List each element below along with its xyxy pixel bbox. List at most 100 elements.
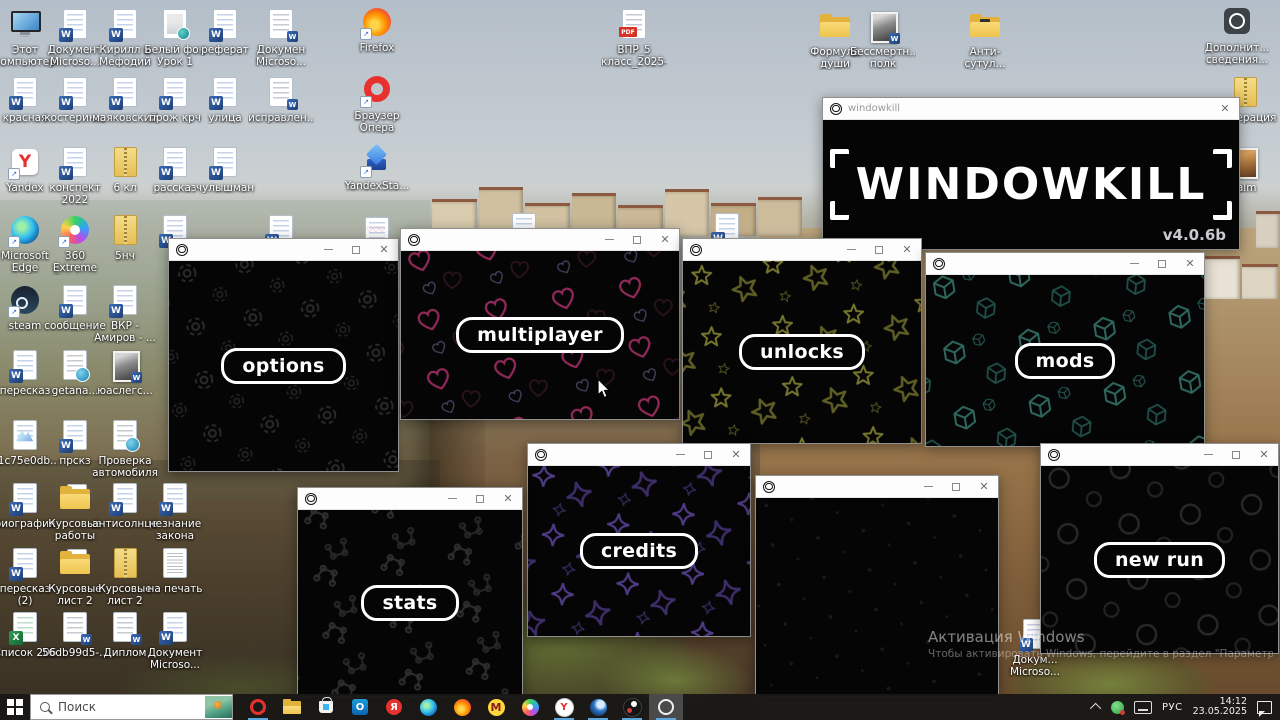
taskbar-app-explorer[interactable] [275,694,309,720]
desktop-icon[interactable]: Анти-сутул... [953,10,1017,70]
word-icon: W [107,8,143,42]
maximize-icon[interactable] [1222,444,1250,465]
close-icon[interactable]: ✕ [370,239,398,260]
options-button[interactable]: options [221,348,346,384]
desktop-icon[interactable]: Браузер Опера [345,74,409,134]
photobw-icon: W [107,349,143,383]
desktop-icon-label: исправлен... [248,112,314,124]
close-icon[interactable]: ✕ [970,476,998,497]
desktop-icon[interactable]: YandexSta... [345,143,409,192]
close-icon[interactable]: ✕ [1250,444,1278,465]
titlebar[interactable]: windowkill ✕ [823,98,1239,120]
close-icon[interactable]: ✕ [1176,253,1204,274]
desktop-icon[interactable]: W Докумен Microso... [249,8,313,68]
word-icon: W [57,76,93,110]
minimize-icon[interactable] [438,488,466,509]
maximize-icon[interactable] [942,476,970,497]
desktop-icon[interactable]: W Бессмертн... полк [850,10,916,70]
mods-button[interactable]: mods [1014,342,1116,379]
taskbar-app-windowkill[interactable] [649,694,683,720]
windowkill-app-icon [535,448,547,461]
opera-icon [250,699,266,715]
taskbar-app-browser360[interactable] [513,694,547,720]
window-options: ✕ options [168,238,399,472]
stats-button[interactable]: stats [361,585,459,621]
tray-language-indicator[interactable]: РУС [1162,702,1183,713]
docw-icon: W [263,76,299,110]
titlebar[interactable]: ✕ [528,444,750,466]
taskbar-app-obs[interactable] [615,694,649,720]
titlebar[interactable]: ✕ [401,229,679,251]
maximize-icon[interactable] [1148,253,1176,274]
minimize-icon[interactable] [595,229,623,250]
taskbar-app-outlook[interactable]: O [343,694,377,720]
desktop-icon[interactable]: Wюаслегс... [93,349,157,397]
desktop-icon[interactable]: PDFВПР_5 класс_2025-1 [601,8,667,69]
desktop-icon[interactable]: Wнезнание закона [143,482,207,542]
window-content: stats [298,510,522,696]
close-icon[interactable]: ✕ [651,229,679,250]
multiplayer-button[interactable]: multiplayer [456,317,624,353]
tray-clock[interactable]: 14:12 23.05.2025 [1192,696,1247,718]
file-explorer-icon [283,699,301,714]
titlebar[interactable]: ✕ [926,253,1204,275]
windowkill-app-icon [933,257,945,270]
credits-button[interactable]: credits [579,533,699,569]
tray-chevron-up-icon[interactable] [1089,702,1102,715]
taskbar-app-opera[interactable] [241,694,275,720]
imgfile-icon [7,419,43,453]
taskbar-app-edge[interactable] [411,694,445,720]
close-icon[interactable]: ✕ [1211,98,1239,119]
taskbar-app-steam[interactable] [581,694,615,720]
search-input[interactable]: Поиск [30,694,233,720]
minimize-icon[interactable] [837,239,865,260]
start-button[interactable] [0,694,30,720]
search-highlight-image[interactable] [205,696,232,718]
minimize-icon[interactable] [914,476,942,497]
yandex-icon: Я [386,699,402,715]
maximize-icon[interactable] [694,444,722,465]
taskbar-app-store[interactable] [309,694,343,720]
taskbar: Поиск O Я M Y РУС 14:12 23.05.2025 [0,694,1280,720]
folderdocs-icon [57,547,93,581]
desktop-icon[interactable]: Firefox [345,6,409,54]
close-icon[interactable]: ✕ [893,239,921,260]
titlebar[interactable]: ✕ [1041,444,1278,466]
desktop-icon[interactable]: W Документ Microso... [143,611,207,671]
titlebar[interactable]: ✕ [683,239,921,261]
desktop-icon[interactable]: W ВКР - Амиров - ... [93,284,157,344]
desktop-icon[interactable]: Wисправлен... [248,76,314,124]
unlocks-button[interactable]: unlocks [739,334,865,370]
taskbar-app-ybrowser[interactable]: Y [547,694,581,720]
maximize-icon[interactable] [623,229,651,250]
maximize-icon[interactable] [865,239,893,260]
game-title: WINDOWKILL [855,159,1207,210]
tray-antivirus-icon[interactable] [1110,700,1125,715]
minimize-icon[interactable] [1194,444,1222,465]
desktop-icon[interactable]: Дополнит... сведения... [1205,6,1269,66]
taskbar-app-yandex[interactable]: Я [377,694,411,720]
maximize-icon[interactable] [466,488,494,509]
titlebar[interactable]: ✕ [169,239,398,261]
maximize-icon[interactable] [342,239,370,260]
word-icon: W [7,547,43,581]
minimize-icon[interactable] [314,239,342,260]
taskbar-app-mail[interactable]: M [479,694,513,720]
titlebar[interactable]: ✕ [298,488,522,510]
desktop-icon[interactable]: Wчулышман [193,146,257,194]
word-icon: W [107,76,143,110]
desktop-icon[interactable]: Проверка автомобиля [92,419,158,479]
excel-icon: X [7,611,43,645]
taskbar-app-firefox[interactable] [445,694,479,720]
tray-date: 23.05.2025 [1192,706,1247,717]
window-content: unlocks [683,261,921,443]
new-run-button[interactable]: new run [1093,541,1226,578]
close-icon[interactable]: ✕ [722,444,750,465]
tray-notification-icon[interactable] [1257,700,1272,717]
tray-keyboard-icon[interactable] [1133,700,1152,714]
titlebar[interactable]: ✕ [756,476,998,498]
minimize-icon[interactable] [666,444,694,465]
close-icon[interactable]: ✕ [494,488,522,509]
desktop-icon[interactable]: на печать [143,547,207,595]
minimize-icon[interactable] [1120,253,1148,274]
